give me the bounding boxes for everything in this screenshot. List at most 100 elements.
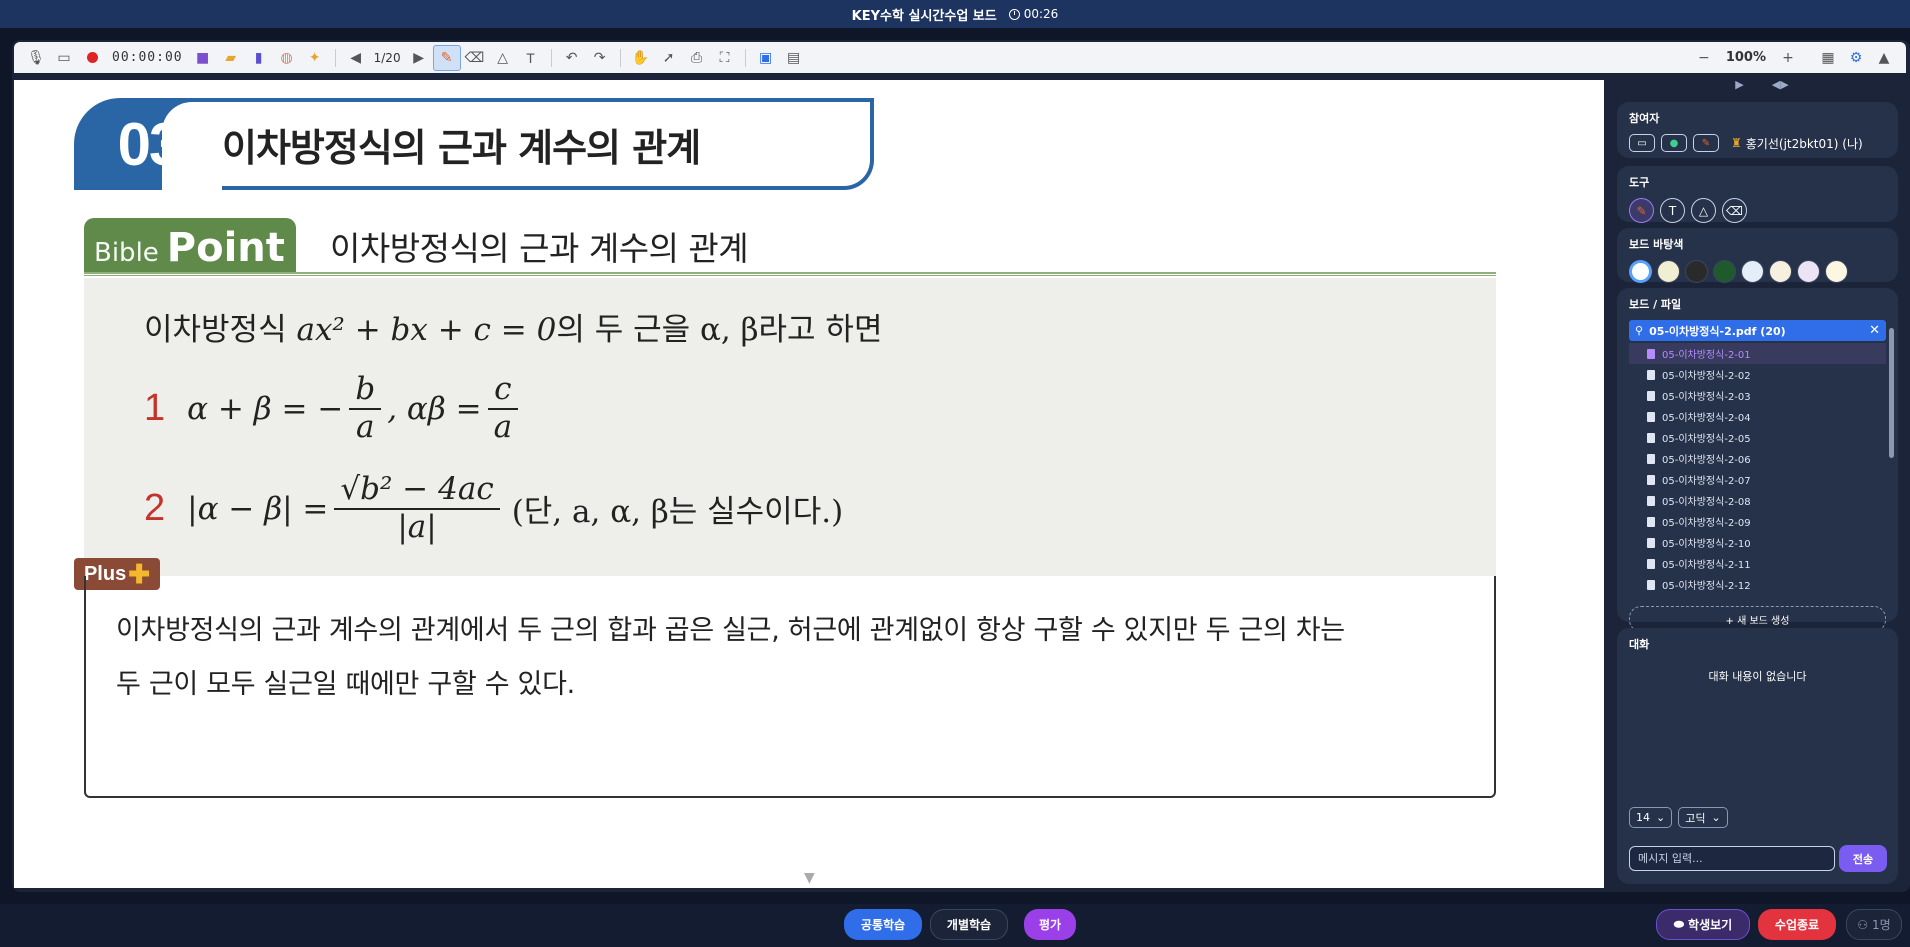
file-header[interactable]: ⚲ 05-이차방정식-2.pdf (20) ✕ xyxy=(1629,320,1886,341)
student-view-button[interactable]: ⬬ 학생보기 xyxy=(1656,909,1750,940)
font-size-select[interactable]: 14 ⌄ xyxy=(1629,807,1673,828)
file-item[interactable]: 05-이차방정식-2-04 xyxy=(1629,406,1886,427)
bg-color-swatch[interactable] xyxy=(1825,260,1848,283)
zoom-out-button[interactable]: − xyxy=(1690,45,1718,71)
close-file-icon[interactable]: ✕ xyxy=(1869,323,1880,338)
toolbar-divider xyxy=(334,48,336,67)
whiteboard[interactable]: 03 이차방정식의 근과 계수의 관계 Bible Point 이차방정식의 근… xyxy=(14,80,1604,888)
file-scrollbar[interactable] xyxy=(1889,328,1894,458)
shape-tool-icon[interactable]: △ xyxy=(1691,198,1716,223)
tool-row: ✎ T △ ⌫ xyxy=(1629,198,1886,223)
file-item[interactable]: 05-이차방정식-2-01 xyxy=(1629,343,1886,364)
shape-icon[interactable]: △ xyxy=(489,45,517,71)
document-icon xyxy=(1647,495,1655,506)
background-panel: 보드 바탕색 xyxy=(1617,228,1898,283)
formula-1: 1 α + β = − b a , αβ = c a xyxy=(144,371,524,445)
file-item-label: 05-이차방정식-2-05 xyxy=(1662,434,1751,445)
scroll-down-icon[interactable]: ▼ xyxy=(804,870,815,886)
chevron-down-icon: ⌄ xyxy=(1711,811,1721,824)
pen-icon[interactable]: ✎ xyxy=(432,44,461,71)
screen-control-icon[interactable]: ▭ xyxy=(1629,134,1655,152)
participant-count: ⚇ 1명 xyxy=(1846,909,1902,940)
zoom-in-button[interactable]: + xyxy=(1774,45,1802,71)
eraser-tool-icon[interactable]: ⌫ xyxy=(1722,198,1747,223)
panel-expand-icon[interactable]: ◀▶ xyxy=(1772,78,1789,96)
eraser-icon[interactable]: ⌫ xyxy=(461,45,489,71)
fullscreen-icon[interactable]: ⛶ xyxy=(711,45,739,71)
point-body: 이차방정식 ax² + bx + c = 0의 두 근을 α, β라고 하면 1… xyxy=(84,278,1496,576)
panel-collapse-icon[interactable]: ▶ xyxy=(1735,78,1743,96)
file-item-label: 05-이차방정식-2-03 xyxy=(1662,392,1751,403)
formula-1-lhs: α + β = − xyxy=(187,390,344,427)
document-icon xyxy=(1647,432,1655,443)
formula-2: 2 |α − β| = √b² − 4ac |a| (단, a, α, β는 실… xyxy=(144,471,843,545)
bg-color-swatch[interactable] xyxy=(1797,260,1820,283)
next-page-icon[interactable]: ▶ xyxy=(405,45,433,71)
chapter-title: 이차방정식의 근과 계수의 관계 xyxy=(222,125,701,170)
bg-color-swatch[interactable] xyxy=(1685,260,1708,283)
file-item[interactable]: 05-이차방정식-2-07 xyxy=(1629,469,1886,490)
pen-tool-icon[interactable]: ✎ xyxy=(1629,198,1654,223)
chat-input[interactable] xyxy=(1629,846,1835,871)
file-item[interactable]: 05-이차방정식-2-10 xyxy=(1629,532,1886,553)
bg-color-swatch[interactable] xyxy=(1657,260,1680,283)
undo-icon[interactable]: ↶ xyxy=(558,45,586,71)
participant-name: 홍기선(jt2bkt01) (나) xyxy=(1745,136,1863,151)
camera-icon[interactable]: ▭ xyxy=(50,45,78,71)
file-item[interactable]: 05-이차방정식-2-03 xyxy=(1629,385,1886,406)
file-item[interactable]: 05-이차방정식-2-11 xyxy=(1629,553,1886,574)
print-icon[interactable]: ⎙ xyxy=(683,45,711,71)
text-icon[interactable]: T xyxy=(517,45,545,71)
document-icon xyxy=(1647,411,1655,422)
timer-value: 00:26 xyxy=(1023,7,1059,21)
evaluation-button[interactable]: 평가 xyxy=(1024,909,1076,940)
files-title: 보드 / 파일 xyxy=(1629,298,1682,311)
bg-color-swatch[interactable] xyxy=(1713,260,1736,283)
palette-icon[interactable]: ◍ xyxy=(273,45,301,71)
file-item[interactable]: 05-이차방정식-2-02 xyxy=(1629,364,1886,385)
file-item-label: 05-이차방정식-2-11 xyxy=(1662,560,1751,571)
screen-share-icon[interactable]: ▣ xyxy=(752,45,780,71)
common-learning-button[interactable]: 공통학습 xyxy=(844,909,922,940)
participant-name-row: ♜ 홍기선(jt2bkt01) (나) xyxy=(1731,135,1863,152)
file-item[interactable]: 05-이차방정식-2-08 xyxy=(1629,490,1886,511)
text-tool-icon[interactable]: T xyxy=(1660,198,1685,223)
microphone-icon[interactable]: 🎙 xyxy=(22,45,50,71)
bible-label: Bible xyxy=(94,238,159,268)
prev-page-icon[interactable]: ◀ xyxy=(342,45,370,71)
panel-toggle: ▶ ◀▶ xyxy=(1616,78,1908,96)
folder-icon[interactable]: ▰ xyxy=(217,45,245,71)
file-item[interactable]: 05-이차방정식-2-05 xyxy=(1629,427,1886,448)
send-button[interactable]: 전송 xyxy=(1839,845,1887,872)
bg-color-swatch[interactable] xyxy=(1629,260,1652,283)
font-face-select[interactable]: 고딕 ⌄ xyxy=(1678,807,1728,828)
bg-color-swatch[interactable] xyxy=(1741,260,1764,283)
end-class-button[interactable]: 수업종료 xyxy=(1758,909,1836,940)
record-button[interactable] xyxy=(78,45,106,71)
sparkle-icon[interactable]: ✦ xyxy=(301,45,329,71)
mic-control-icon[interactable]: ● xyxy=(1661,134,1687,152)
book-icon[interactable]: ▮ xyxy=(245,45,273,71)
collapse-icon[interactable]: ▲ xyxy=(1870,45,1898,71)
record-icon xyxy=(86,52,98,63)
individual-learning-button[interactable]: 개별학습 xyxy=(930,909,1008,940)
toolbar-divider xyxy=(550,48,552,67)
file-item[interactable]: 05-이차방정식-2-12 xyxy=(1629,574,1886,595)
user-icon: ♜ xyxy=(1731,136,1742,150)
point-title: 이차방정식의 근과 계수의 관계 xyxy=(330,229,749,268)
hand-icon[interactable]: ✋ xyxy=(627,45,655,71)
file-item[interactable]: 05-이차방정식-2-09 xyxy=(1629,511,1886,532)
grid-icon[interactable]: ▦ xyxy=(1814,45,1842,71)
formula-2-lhs: |α − β| = xyxy=(187,490,329,527)
redo-icon[interactable]: ↷ xyxy=(586,45,614,71)
document-icon xyxy=(1647,453,1655,464)
frac-numerator: √b² − 4ac xyxy=(334,471,500,510)
presentation-icon[interactable]: ▤ xyxy=(780,45,808,71)
file-item[interactable]: 05-이차방정식-2-06 xyxy=(1629,448,1886,469)
save-icon[interactable]: ■ xyxy=(189,45,217,71)
pen-control-icon[interactable]: ✎ xyxy=(1693,134,1719,152)
people-icon: ⚇ xyxy=(1857,917,1869,932)
bg-color-swatch[interactable] xyxy=(1769,260,1792,283)
pointer-icon[interactable]: ➚ xyxy=(655,45,683,71)
settings-icon[interactable]: ⚙ xyxy=(1842,45,1870,71)
